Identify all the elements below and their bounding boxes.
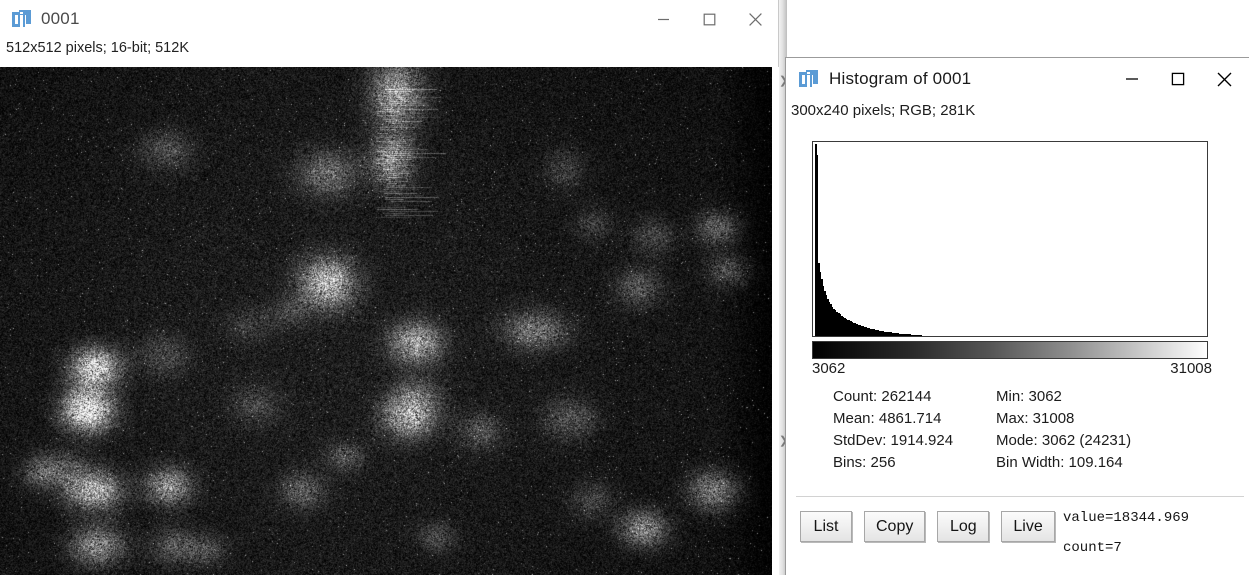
image-window-controls: [640, 0, 778, 38]
stat-bin-width: Bin Width: 109.164: [996, 454, 1123, 471]
histogram-plot[interactable]: [812, 141, 1208, 337]
histogram-range-labels: 3062 31008: [812, 360, 1212, 377]
screen: 0001 512x512 pixels; 16-bit; 512K ❯ ❯ Hi…: [0, 0, 1249, 575]
stat-count: Count: 262144: [833, 388, 932, 405]
image-window-title: 0001: [41, 9, 80, 28]
histogram-info-line: 300x240 pixels; RGB; 281K: [786, 100, 1249, 128]
histogram-readout: value=18344.969 count=7: [1063, 503, 1189, 563]
close-icon[interactable]: [732, 4, 778, 34]
histogram-min-label: 3062: [812, 360, 846, 377]
microscopy-image[interactable]: [0, 67, 772, 575]
image-window-titlebar[interactable]: 0001: [0, 0, 778, 38]
minimize-icon[interactable]: [1109, 64, 1155, 94]
stat-mean: Mean: 4861.714: [833, 410, 942, 427]
maximize-icon[interactable]: [1155, 64, 1201, 94]
live-button[interactable]: Live: [1001, 511, 1055, 542]
minimize-icon[interactable]: [640, 4, 686, 34]
readout-value: value=18344.969: [1063, 510, 1190, 526]
histogram-statistics: Count: 262144 Min: 3062 Mean: 4861.714 M…: [833, 386, 1223, 474]
imagej-icon: [12, 9, 31, 29]
stats-row: Mean: 4861.714 Max: 31008: [833, 408, 1223, 430]
histogram-bar: [920, 334, 923, 336]
histogram-plot-area: [815, 144, 1205, 336]
stat-max: Max: 31008: [996, 410, 1075, 427]
image-canvas[interactable]: [0, 67, 772, 575]
maximize-icon[interactable]: [686, 4, 732, 34]
stats-row: StdDev: 1914.924 Mode: 3062 (24231): [833, 430, 1223, 452]
grayscale-ramp: [812, 341, 1208, 359]
histogram-window-controls: [1109, 58, 1247, 100]
log-button[interactable]: Log: [937, 511, 990, 542]
readout-count: count=7: [1063, 540, 1122, 556]
histogram-window: Histogram of 0001 300x240 pixels; RGB; 2…: [785, 57, 1249, 575]
image-info-line: 512x512 pixels; 16-bit; 512K: [0, 38, 778, 61]
list-button[interactable]: List: [800, 511, 852, 542]
divider: [796, 496, 1244, 497]
stats-row: Bins: 256 Bin Width: 109.164: [833, 452, 1223, 474]
imagej-icon: [799, 69, 818, 89]
histogram-max-label: 31008: [1170, 360, 1212, 377]
close-icon[interactable]: [1201, 64, 1247, 94]
histogram-bars: [815, 144, 1205, 336]
histogram-window-titlebar[interactable]: Histogram of 0001: [786, 58, 1249, 100]
histogram-window-title: Histogram of 0001: [829, 69, 972, 88]
stat-mode: Mode: 3062 (24231): [996, 432, 1132, 449]
image-window: 0001 512x512 pixels; 16-bit; 512K: [0, 0, 779, 575]
stat-stddev: StdDev: 1914.924: [833, 432, 954, 449]
histogram-button-row: List Copy Log Live: [800, 511, 1055, 542]
copy-button[interactable]: Copy: [864, 511, 926, 542]
stat-bins: Bins: 256: [833, 454, 896, 471]
stats-row: Count: 262144 Min: 3062: [833, 386, 1223, 408]
stat-min: Min: 3062: [996, 388, 1062, 405]
image-window-right-margin: [772, 67, 779, 575]
